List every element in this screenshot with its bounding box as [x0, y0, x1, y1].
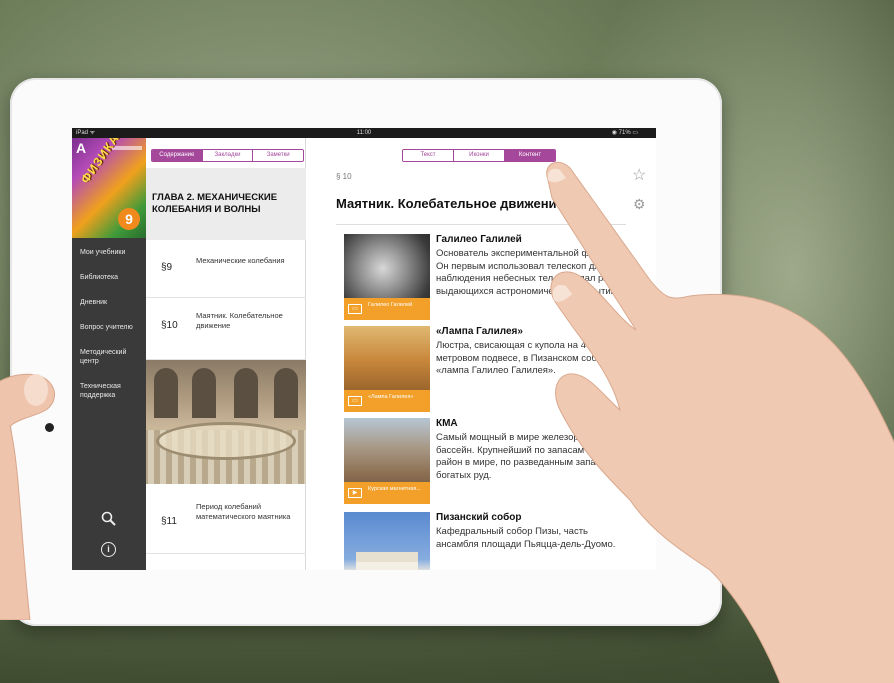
tab-bookmarks[interactable]: Закладки — [201, 150, 253, 161]
sidebar-nav: Мои учебники Библиотека Дневник Вопрос у… — [72, 248, 146, 416]
photo-cathedral — [356, 552, 418, 570]
cover-grade-badge: 9 — [118, 208, 140, 230]
photo-arch — [192, 368, 216, 418]
pointing-hand-image — [546, 161, 894, 683]
image-icon: ▭ — [348, 396, 362, 406]
card-title: Галилео Галилей — [436, 234, 522, 245]
paragraph-number: § 10 — [336, 172, 352, 181]
sidebar-item-ask-teacher[interactable]: Вопрос учителю — [72, 323, 146, 332]
sidebar-item-methodical-center[interactable]: Методический центр — [72, 348, 146, 366]
card-caption: ▭ Галилео Галилей — [344, 298, 430, 320]
tab-text[interactable]: Текст — [403, 150, 453, 161]
clock: 11:00 — [356, 130, 372, 136]
card-thumbnail[interactable] — [344, 512, 430, 570]
toc-item-number: §9 — [161, 262, 173, 273]
holding-hand-image — [0, 373, 55, 620]
card-title: КМА — [436, 418, 458, 429]
toc-tabs: Содержание Закладки Заметки — [151, 149, 304, 162]
info-icon[interactable]: i — [101, 542, 116, 557]
toc-item-title: Маятник. Колебательное движение — [196, 311, 283, 330]
pendulum-hall-image[interactable] — [146, 360, 306, 484]
search-icon[interactable] — [100, 510, 118, 528]
toc-item-title: Механические колебания — [196, 256, 285, 265]
toc-item-number: §11 — [161, 516, 177, 527]
toc-item-9[interactable]: §9 Механические колебания — [146, 240, 306, 298]
chapter-heading[interactable]: ГЛАВА 2. МЕХАНИЧЕСКИЕ КОЛЕБАНИЯ И ВОЛНЫ — [146, 168, 306, 240]
image-icon: ▭ — [348, 304, 362, 314]
toc-item-10[interactable]: §10 Маятник. Колебательное движение — [146, 298, 306, 360]
toc-item-11[interactable]: §11 Период колебаний математического мая… — [146, 484, 306, 554]
video-icon: ▶ — [348, 488, 362, 498]
card-title: Пизанский собор — [436, 512, 522, 523]
sidebar-item-tech-support[interactable]: Техническая поддержка — [72, 382, 146, 400]
status-bar: iPad ᯤ 11:00 ◉ 71% ▭ — [72, 128, 656, 138]
card-caption: ▭ «Лампа Галилея» — [344, 390, 430, 412]
sidebar-item-library[interactable]: Библиотека — [72, 273, 146, 282]
caption-text: Галилео Галилей — [368, 302, 413, 308]
photo-arch — [154, 368, 178, 418]
card-thumbnail[interactable]: ▶ Курская магнитная... — [344, 418, 430, 504]
caption-text: «Лампа Галилея» — [368, 394, 414, 400]
sidebar: A ФИЗИКА 9 Мои учебники Библиотека Дневн… — [72, 138, 146, 570]
toc-item-title: Период колебаний математического маятник… — [196, 502, 291, 521]
tab-notes[interactable]: Заметки — [252, 150, 303, 161]
card-thumbnail[interactable]: ▭ Галилео Галилей — [344, 234, 430, 320]
battery-indicator: ◉ 71% ▭ — [611, 130, 638, 136]
sidebar-item-diary[interactable]: Дневник — [72, 298, 146, 307]
toc-item-number: §10 — [161, 320, 178, 331]
card-title: «Лампа Галилея» — [436, 326, 523, 337]
book-cover[interactable]: A ФИЗИКА 9 — [72, 138, 146, 238]
photo-arch — [234, 368, 258, 418]
caption-text: Курская магнитная... — [368, 486, 421, 492]
toc-panel: Содержание Закладки Заметки ГЛАВА 2. МЕХ… — [146, 138, 306, 570]
sidebar-item-my-books[interactable]: Мои учебники — [72, 248, 146, 257]
photo-arch — [274, 368, 298, 418]
tab-icons[interactable]: Иконки — [453, 150, 504, 161]
view-mode-tabs: Текст Иконки Контент — [402, 149, 556, 162]
card-thumbnail[interactable]: ▭ «Лампа Галилея» — [344, 326, 430, 412]
page-title: Маятник. Колебательное движение — [336, 196, 564, 211]
card-caption: ▶ Курская магнитная... — [344, 482, 430, 504]
cover-publisher-logo: A — [76, 140, 87, 156]
tab-contents[interactable]: Содержание — [152, 150, 202, 161]
photo-pendulum-ring — [156, 422, 296, 460]
